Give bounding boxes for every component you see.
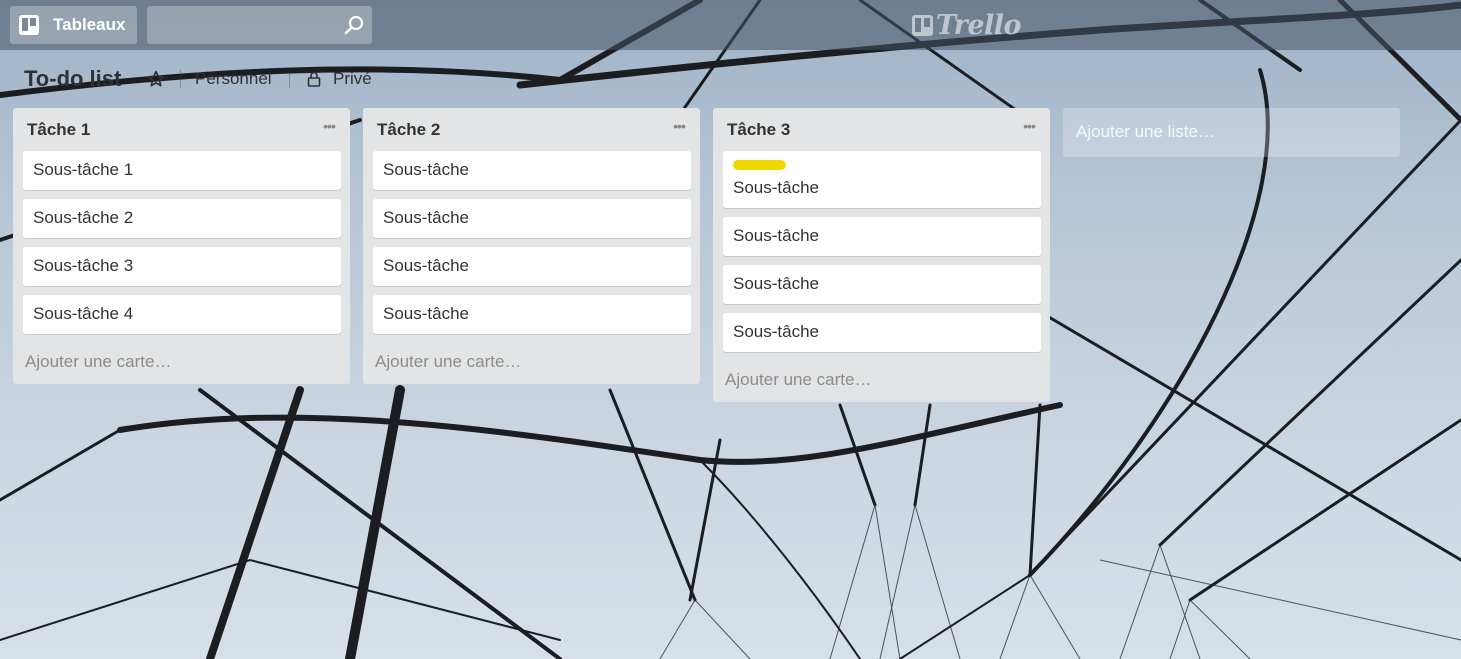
card[interactable]: Sous-tâche [373, 151, 691, 190]
visibility-label: Privé [333, 69, 372, 88]
list-header: Tâche 3 ••• [713, 108, 1050, 151]
card[interactable]: Sous-tâche [723, 151, 1041, 208]
card-title: Sous-tâche [383, 160, 469, 179]
card[interactable]: Sous-tâche [373, 247, 691, 286]
more-icon[interactable]: ••• [670, 119, 688, 136]
card[interactable]: Sous-tâche [373, 199, 691, 238]
card-title: Sous-tâche 2 [33, 208, 134, 227]
app-header: Tableaux Trello [0, 0, 1461, 50]
list: Tâche 2 ••• Sous-tâche Sous-tâche Sous-t… [363, 108, 700, 384]
card-title: Sous-tâche [733, 274, 819, 293]
card-title: Sous-tâche [383, 256, 469, 275]
card-title: Sous-tâche 1 [33, 160, 134, 179]
card-title: Sous-tâche 4 [33, 304, 134, 323]
add-card-button[interactable]: Ajouter une carte… [713, 361, 1050, 402]
board-icon [19, 15, 39, 35]
card-title: Sous-tâche [733, 178, 819, 197]
card-title: Sous-tâche [733, 322, 819, 341]
boards-button-label: Tableaux [53, 15, 126, 34]
add-card-button[interactable]: Ajouter une carte… [13, 343, 350, 384]
card-title: Sous-tâche [383, 304, 469, 323]
visibility-button[interactable]: Privé [306, 69, 372, 89]
card[interactable]: Sous-tâche 1 [23, 151, 341, 190]
list-title[interactable]: Tâche 1 [27, 120, 90, 140]
trello-logo-icon [912, 14, 933, 36]
more-icon[interactable]: ••• [320, 119, 338, 136]
add-card-button[interactable]: Ajouter une carte… [363, 343, 700, 384]
list-header: Tâche 1 ••• [13, 108, 350, 151]
card[interactable]: Sous-tâche [723, 217, 1041, 256]
boards-button[interactable]: Tableaux [10, 6, 137, 44]
search-icon[interactable] [344, 15, 364, 35]
card[interactable]: Sous-tâche 3 [23, 247, 341, 286]
trello-logo[interactable]: Trello [912, 9, 1022, 41]
card[interactable]: Sous-tâche 4 [23, 295, 341, 334]
add-list-label: Ajouter une liste… [1076, 122, 1215, 141]
list: Tâche 3 ••• Sous-tâche Sous-tâche Sous-t… [713, 108, 1050, 402]
logo-text: Trello [936, 9, 1022, 41]
card[interactable]: Sous-tâche [373, 295, 691, 334]
team-button[interactable]: Personnel [195, 69, 272, 89]
board-title[interactable]: To-do list [24, 66, 121, 92]
card-title: Sous-tâche 3 [33, 256, 134, 275]
divider [289, 70, 290, 88]
board-header: To-do list Personnel Privé [0, 50, 1461, 108]
list-header: Tâche 2 ••• [363, 108, 700, 151]
card[interactable]: Sous-tâche [723, 265, 1041, 304]
card[interactable]: Sous-tâche [723, 313, 1041, 352]
search-box[interactable] [147, 6, 372, 44]
star-icon[interactable] [146, 69, 166, 89]
divider [180, 70, 181, 88]
card-title: Sous-tâche [733, 226, 819, 245]
lock-icon [307, 71, 321, 87]
list: Tâche 1 ••• Sous-tâche 1 Sous-tâche 2 So… [13, 108, 350, 384]
list-title[interactable]: Tâche 2 [377, 120, 440, 140]
card-label-yellow[interactable] [733, 160, 786, 170]
more-icon[interactable]: ••• [1020, 119, 1038, 136]
search-input[interactable] [147, 6, 357, 44]
add-list-button[interactable]: Ajouter une liste… [1063, 108, 1400, 157]
card[interactable]: Sous-tâche 2 [23, 199, 341, 238]
list-title[interactable]: Tâche 3 [727, 120, 790, 140]
card-title: Sous-tâche [383, 208, 469, 227]
